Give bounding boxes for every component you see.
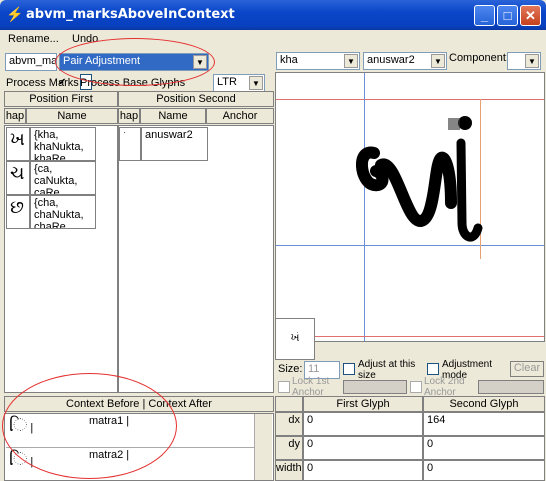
position-second-header: Position Second: [118, 91, 274, 107]
chevron-down-icon[interactable]: ▼: [525, 54, 539, 68]
list-item-glyph: ˑ: [123, 129, 127, 141]
second-glyph-list: [118, 125, 274, 393]
list-item[interactable]: {kha, khaNukta, khaRe: [30, 127, 96, 161]
list-item-glyph: ચ: [10, 163, 25, 184]
chevron-down-icon[interactable]: ▼: [344, 54, 358, 68]
lock-first-swatch[interactable]: [343, 380, 407, 394]
position-first-header: Position First: [4, 91, 118, 107]
second-glyph-combo-value: anuswar2: [367, 54, 415, 66]
chevron-down-icon[interactable]: ▼: [431, 54, 445, 68]
dx-second-input[interactable]: 164: [423, 412, 545, 436]
lookup-combo[interactable]: abvm_mar: [5, 53, 57, 71]
list-item[interactable]: છ: [6, 195, 30, 229]
list-item-glyph: ખ: [10, 129, 25, 150]
list-item[interactable]: ચ: [6, 161, 30, 195]
context-scrollbar[interactable]: [254, 414, 272, 480]
lock-first-label: Lock 1st Anchor: [292, 376, 330, 398]
list-item[interactable]: {ca, caNukta, caRe: [30, 161, 96, 195]
component-label: Component:: [449, 52, 509, 64]
chevron-down-icon[interactable]: ▼: [249, 76, 263, 90]
guide-line: [276, 99, 544, 100]
glyph-preview-canvas[interactable]: [275, 72, 545, 342]
lookup-combo-value: abvm_mar: [9, 55, 57, 67]
width-second-input[interactable]: 0: [423, 460, 545, 481]
col-shape-second[interactable]: hap: [118, 108, 140, 124]
col-name[interactable]: Name: [26, 108, 118, 124]
row-label-width: width: [275, 460, 303, 481]
title-bar: ⚡ abvm_marksAboveInContext _ □ ✕: [0, 0, 546, 30]
window-title: abvm_marksAboveInContext: [26, 7, 235, 22]
list-item[interactable]: {cha, chaNukta, chaRe: [30, 195, 96, 229]
lock-second-label: Lock 2nd Anchor: [424, 376, 465, 398]
list-item-glyph: છ: [10, 197, 24, 218]
clear-button[interactable]: Clear: [510, 361, 544, 377]
col-name-second[interactable]: Name: [140, 108, 206, 124]
guide-line: [276, 336, 544, 337]
second-glyph-combo[interactable]: anuswar2 ▼: [363, 52, 447, 70]
dy-first-input[interactable]: 0: [303, 436, 423, 460]
dx-first-input[interactable]: 0: [303, 412, 423, 436]
first-glyph-combo[interactable]: kha ▼: [276, 52, 360, 70]
lightning-app-icon: ⚡: [6, 6, 24, 22]
first-glyph-combo-value: kha: [280, 54, 298, 66]
direction-value: LTR: [217, 76, 237, 88]
glyph-thumbnail-text: ખં: [290, 331, 300, 344]
size-label: Size:: [278, 363, 303, 375]
adjust-size-checkbox[interactable]: [343, 363, 355, 375]
col-shape[interactable]: hap: [4, 108, 26, 124]
row-label-dy: dy: [275, 436, 303, 460]
minimize-button[interactable]: _: [474, 5, 495, 26]
list-item[interactable]: anuswar2: [141, 127, 208, 161]
adjust-size-label: Adjust at this size: [358, 359, 416, 381]
lock-first-checkbox[interactable]: [278, 381, 290, 393]
close-button[interactable]: ✕: [520, 5, 541, 26]
row-label-dx: dx: [275, 412, 303, 436]
process-marks-check[interactable]: ✔: [58, 77, 70, 89]
first-glyph-header: First Glyph: [303, 396, 423, 412]
lock-second-swatch[interactable]: [478, 380, 544, 394]
annotation-oval: [2, 373, 177, 479]
glyph-shape: [356, 116, 483, 242]
col-anchor[interactable]: Anchor: [206, 108, 274, 124]
width-first-input[interactable]: 0: [303, 460, 423, 481]
list-item-label: {ca, caNukta, caRe: [34, 163, 78, 195]
maximize-button[interactable]: □: [497, 5, 518, 26]
direction-combo[interactable]: LTR ▼: [213, 74, 265, 92]
second-glyph-header: Second Glyph: [423, 396, 545, 412]
list-item-label: {kha, khaNukta, khaRe: [34, 129, 84, 161]
lock-second-checkbox[interactable]: [410, 381, 422, 393]
list-item-label: {cha, chaNukta, chaRe: [34, 197, 84, 229]
component-combo[interactable]: ▼: [507, 52, 541, 70]
size-value: 11: [308, 363, 320, 375]
list-item[interactable]: ˑ: [119, 127, 141, 161]
menu-rename[interactable]: Rename...: [8, 33, 59, 45]
annotation-oval: [55, 38, 215, 86]
adjustment-mode-checkbox[interactable]: [427, 363, 439, 375]
adjust-corner-header: [275, 396, 303, 412]
dy-second-input[interactable]: 0: [423, 436, 545, 460]
list-item-label: anuswar2: [145, 129, 193, 141]
glyph-thumbnail: ખં: [275, 318, 315, 360]
list-item[interactable]: ખ: [6, 127, 30, 161]
